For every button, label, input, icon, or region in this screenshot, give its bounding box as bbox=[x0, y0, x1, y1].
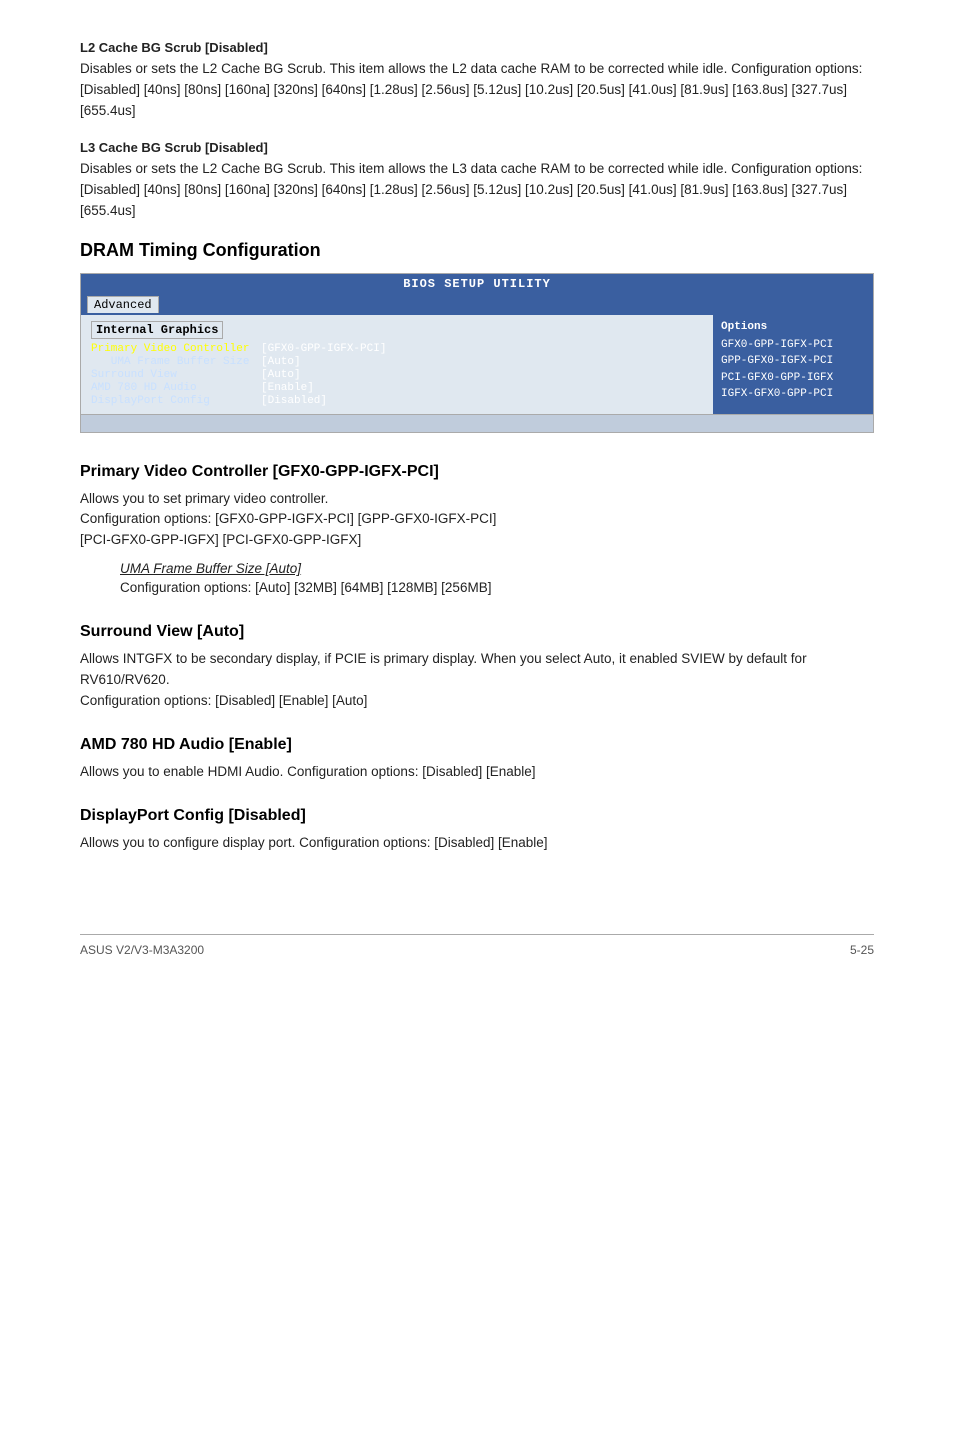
bios-right-panel: Options GFX0-GPP-IGFX-PCI GPP-GFX0-IGFX-… bbox=[713, 315, 873, 414]
bios-row-0[interactable]: Primary Video Controller [GFX0-GPP-IGFX-… bbox=[91, 343, 703, 355]
bios-title-bar: BIOS SETUP UTILITY bbox=[81, 274, 873, 294]
bios-row-value-3: [Enable] bbox=[261, 382, 314, 394]
bios-option-1: GPP-GFX0-IGFX-PCI bbox=[721, 353, 865, 370]
amd-audio-heading: AMD 780 HD Audio [Enable] bbox=[80, 736, 874, 754]
bios-option-2: PCI-GFX0-GPP-IGFX bbox=[721, 370, 865, 387]
footer-divider bbox=[80, 934, 874, 935]
l2-cache-body: Disables or sets the L2 Cache BG Scrub. … bbox=[80, 59, 874, 122]
primary-video-heading: Primary Video Controller [GFX0-GPP-IGFX-… bbox=[80, 463, 874, 481]
bios-row-value-2: [Auto] bbox=[261, 369, 301, 381]
uma-frame-body: Configuration options: [Auto] [32MB] [64… bbox=[80, 578, 874, 599]
l2-cache-label: L2 Cache BG Scrub [Disabled] bbox=[80, 40, 874, 55]
primary-video-section: Primary Video Controller [GFX0-GPP-IGFX-… bbox=[80, 463, 874, 600]
amd-audio-body: Allows you to enable HDMI Audio. Configu… bbox=[80, 762, 874, 783]
surround-view-body: Allows INTGFX to be secondary display, i… bbox=[80, 649, 874, 712]
l3-cache-section: L3 Cache BG Scrub [Disabled] Disables or… bbox=[80, 140, 874, 222]
footer: ASUS V2/V3-M3A3200 5-25 bbox=[80, 943, 874, 957]
l3-cache-body: Disables or sets the L2 Cache BG Scrub. … bbox=[80, 159, 874, 222]
bios-left-panel: Internal Graphics Primary Video Controll… bbox=[81, 315, 713, 414]
bios-rows: Primary Video Controller [GFX0-GPP-IGFX-… bbox=[91, 343, 703, 407]
amd-audio-section: AMD 780 HD Audio [Enable] Allows you to … bbox=[80, 736, 874, 783]
bios-nav-advanced[interactable]: Advanced bbox=[87, 296, 159, 313]
bios-content: Internal Graphics Primary Video Controll… bbox=[81, 315, 873, 414]
surround-view-section: Surround View [Auto] Allows INTGFX to be… bbox=[80, 623, 874, 712]
surround-view-heading: Surround View [Auto] bbox=[80, 623, 874, 641]
bios-row-4[interactable]: DisplayPort Config [Disabled] bbox=[91, 395, 703, 407]
footer-left: ASUS V2/V3-M3A3200 bbox=[80, 943, 204, 957]
bios-row-label-1: UMA Frame Buffer Size bbox=[91, 356, 261, 368]
primary-video-body: Allows you to set primary video controll… bbox=[80, 489, 874, 552]
bios-nav: Advanced bbox=[81, 294, 873, 315]
dram-heading: DRAM Timing Configuration bbox=[80, 240, 874, 261]
uma-frame-label: UMA Frame Buffer Size [Auto] bbox=[80, 561, 874, 576]
displayport-section: DisplayPort Config [Disabled] Allows you… bbox=[80, 807, 874, 854]
bios-row-value-4: [Disabled] bbox=[261, 395, 327, 407]
bios-bottom-wave bbox=[81, 414, 873, 432]
bios-options-title: Options bbox=[721, 321, 865, 333]
bios-row-label-0: Primary Video Controller bbox=[91, 343, 261, 355]
bios-row-1[interactable]: UMA Frame Buffer Size [Auto] bbox=[91, 356, 703, 368]
bios-row-value-0: [GFX0-GPP-IGFX-PCI] bbox=[261, 343, 386, 355]
displayport-body: Allows you to configure display port. Co… bbox=[80, 833, 874, 854]
bios-row-value-1: [Auto] bbox=[261, 356, 301, 368]
bios-row-2[interactable]: Surround View [Auto] bbox=[91, 369, 703, 381]
bios-setup-box: BIOS SETUP UTILITY Advanced Internal Gra… bbox=[80, 273, 874, 433]
footer-right: 5-25 bbox=[850, 943, 874, 957]
bios-row-label-3: AMD 780 HD Audio bbox=[91, 382, 261, 394]
bios-option-0: GFX0-GPP-IGFX-PCI bbox=[721, 337, 865, 354]
dram-timing-section: DRAM Timing Configuration BIOS SETUP UTI… bbox=[80, 240, 874, 433]
displayport-heading: DisplayPort Config [Disabled] bbox=[80, 807, 874, 825]
bios-row-label-4: DisplayPort Config bbox=[91, 395, 261, 407]
bios-row-3[interactable]: AMD 780 HD Audio [Enable] bbox=[91, 382, 703, 394]
bios-option-3: IGFX-GFX0-GPP-PCI bbox=[721, 386, 865, 403]
bios-section-title: Internal Graphics bbox=[91, 321, 223, 339]
bios-row-label-2: Surround View bbox=[91, 369, 261, 381]
l3-cache-label: L3 Cache BG Scrub [Disabled] bbox=[80, 140, 874, 155]
uma-frame-subsection: UMA Frame Buffer Size [Auto] Configurati… bbox=[80, 561, 874, 599]
l2-cache-section: L2 Cache BG Scrub [Disabled] Disables or… bbox=[80, 40, 874, 122]
